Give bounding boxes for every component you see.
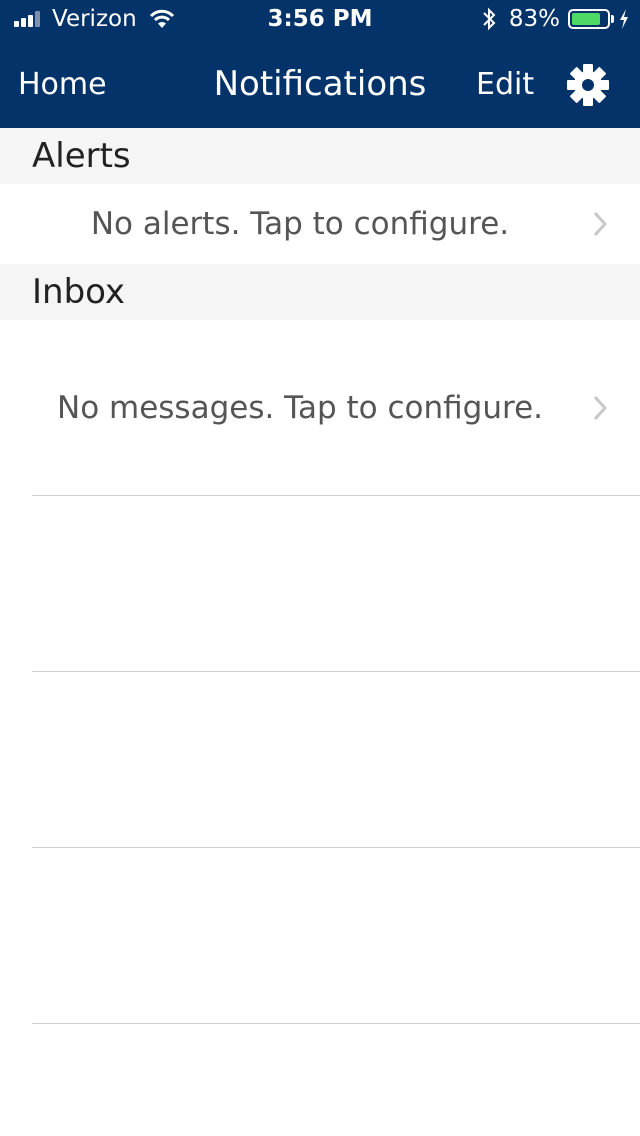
battery-percent: 83%	[508, 6, 560, 32]
top-bar: Verizon 3:56 PM 83% Home Notifications E…	[0, 0, 640, 128]
page-title: Notifications	[213, 64, 427, 104]
inbox-empty-text: No messages. Tap to configure.	[57, 390, 543, 426]
alerts-section-header: Alerts	[0, 128, 640, 184]
chevron-right-icon	[593, 211, 608, 237]
bluetooth-icon	[483, 7, 496, 31]
battery-icon	[568, 9, 614, 29]
status-right-group: 83%	[481, 6, 630, 32]
gear-icon[interactable]	[565, 62, 611, 108]
inbox-header-label: Inbox	[32, 272, 126, 312]
alerts-empty-text: No alerts. Tap to configure.	[90, 206, 510, 242]
row-divider	[32, 495, 640, 496]
edit-button[interactable]: Edit	[476, 67, 534, 102]
inbox-section-header: Inbox	[0, 264, 640, 320]
inbox-configure-row[interactable]: No messages. Tap to configure.	[0, 320, 640, 495]
alerts-configure-row[interactable]: No alerts. Tap to configure.	[0, 184, 640, 264]
charging-icon	[620, 9, 628, 29]
row-divider	[32, 671, 640, 672]
battery-fill	[572, 13, 601, 25]
row-divider	[32, 1023, 640, 1024]
navigation-bar: Home Notifications Edit	[0, 40, 640, 128]
row-divider	[32, 847, 640, 848]
chevron-right-icon	[593, 395, 608, 421]
status-bar: Verizon 3:56 PM 83%	[0, 0, 640, 40]
alerts-header-label: Alerts	[32, 136, 131, 176]
